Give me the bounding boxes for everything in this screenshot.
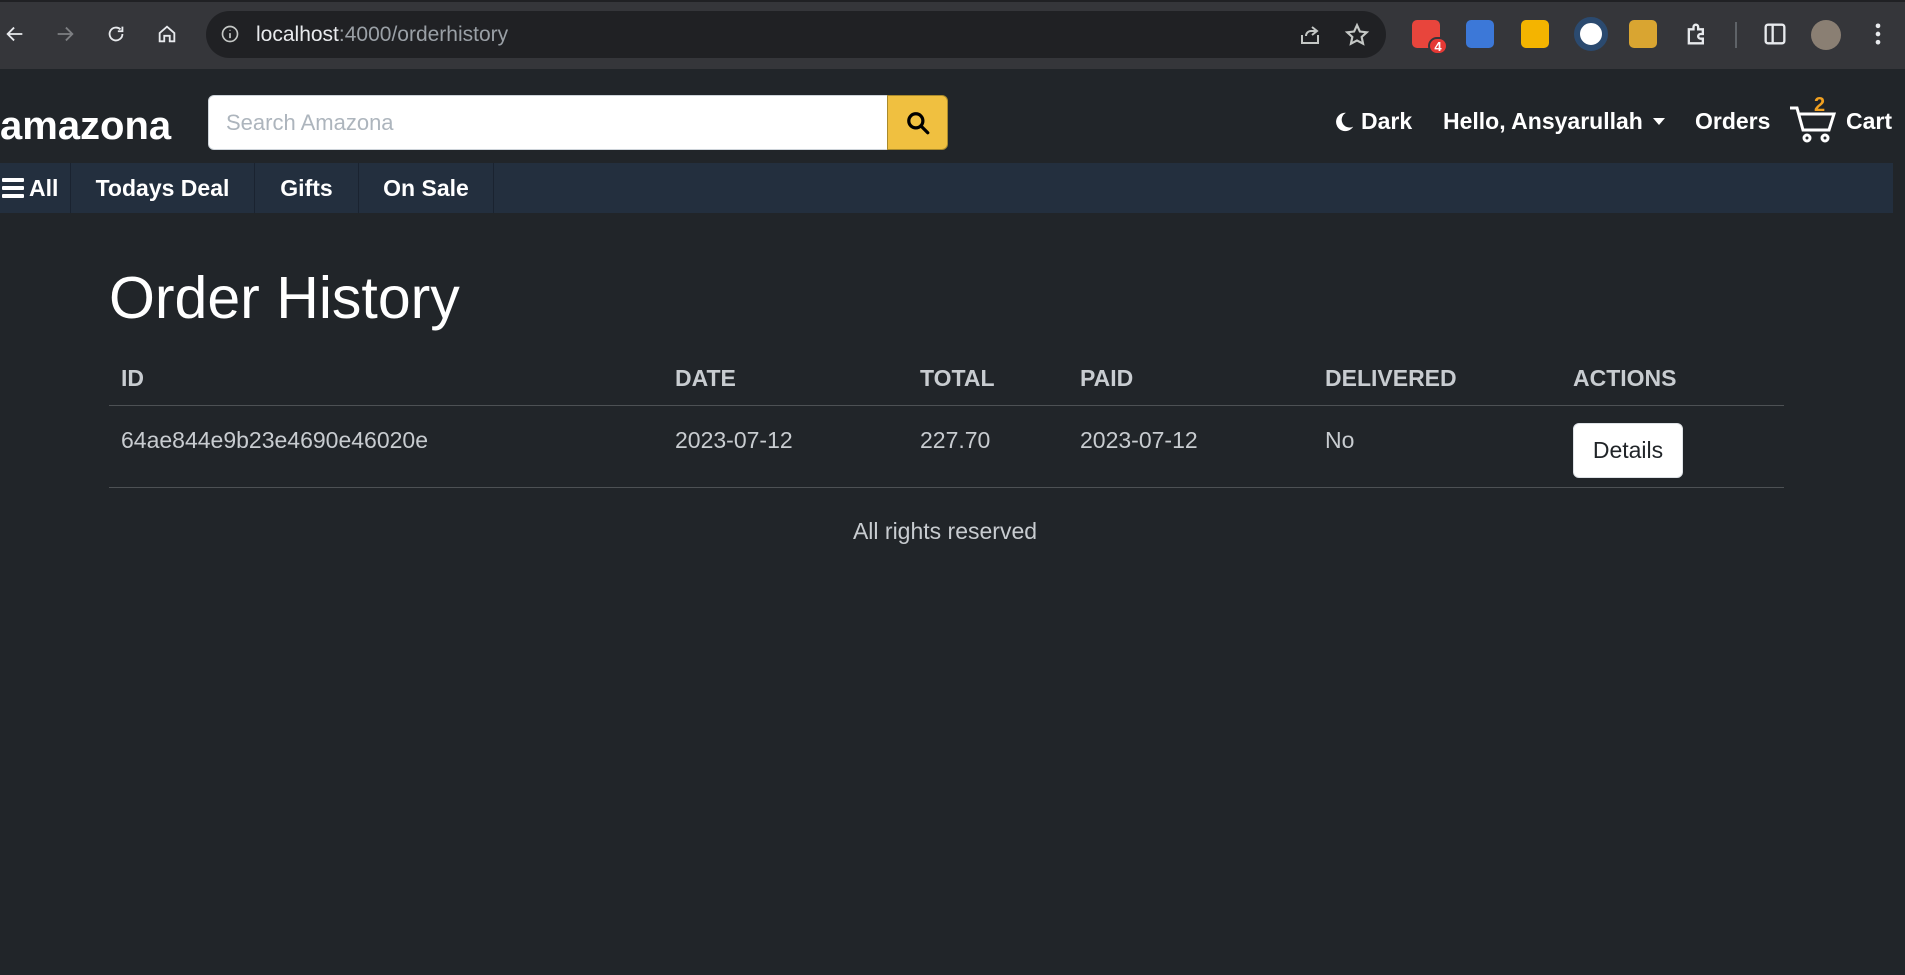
browser-toolbar: localhost:4000/orderhistory 4 bbox=[0, 0, 1905, 69]
url-host: localhost bbox=[256, 23, 339, 46]
extensions-puzzle-icon[interactable] bbox=[1683, 20, 1711, 48]
page-title: Order History bbox=[109, 265, 460, 331]
column-header-actions: ACTIONS bbox=[1561, 352, 1784, 406]
bookmark-star-icon[interactable] bbox=[1344, 22, 1370, 48]
category-nav: All Todays Deal Gifts On Sale bbox=[0, 163, 1893, 213]
column-header-total: TOTAL bbox=[908, 352, 1068, 406]
nav-item-on-sale[interactable]: On Sale bbox=[359, 163, 494, 213]
cart-link[interactable]: 2 Cart bbox=[1788, 94, 1904, 146]
share-icon[interactable] bbox=[1298, 23, 1322, 47]
all-categories-button[interactable]: All bbox=[0, 163, 71, 213]
browser-menu-icon[interactable] bbox=[1864, 20, 1892, 48]
footer-text: All rights reserved bbox=[852, 518, 1038, 544]
incognito-extension-icon[interactable] bbox=[1574, 17, 1608, 51]
address-bar[interactable]: localhost:4000/orderhistory bbox=[206, 11, 1386, 58]
face-extension-icon[interactable] bbox=[1629, 20, 1657, 48]
user-menu-dropdown[interactable]: Hello, Ansyarullah bbox=[1443, 108, 1665, 135]
table-row: 64ae844e9b23e4690e46020e 2023-07-12 227.… bbox=[109, 405, 1784, 488]
column-header-paid: PAID bbox=[1068, 352, 1313, 406]
all-label: All bbox=[29, 174, 59, 201]
cart-count-badge: 2 bbox=[1814, 94, 1826, 116]
column-header-delivered: DELIVERED bbox=[1313, 352, 1561, 406]
order-total-cell: 227.70 bbox=[908, 405, 1068, 488]
details-button[interactable]: Details bbox=[1573, 422, 1683, 478]
keep-extension-icon[interactable] bbox=[1521, 20, 1549, 48]
tab-strip-edge bbox=[0, 0, 1905, 2]
toolbar-divider bbox=[1735, 22, 1737, 48]
cart-icon bbox=[1790, 106, 1837, 143]
chevron-down-icon bbox=[1652, 118, 1665, 125]
order-history-table: ID DATE TOTAL PAID DELIVERED ACTIONS 64a… bbox=[109, 352, 1784, 488]
moon-icon bbox=[1336, 112, 1354, 131]
search-button[interactable] bbox=[887, 95, 948, 150]
nav-item-gifts[interactable]: Gifts bbox=[255, 163, 359, 213]
orders-link[interactable]: Orders bbox=[1695, 108, 1770, 135]
user-label: Hello, Ansyarullah bbox=[1443, 108, 1643, 134]
column-header-id: ID bbox=[109, 352, 663, 406]
order-paid-cell: 2023-07-12 bbox=[1068, 405, 1313, 488]
translate-extension-icon[interactable] bbox=[1466, 20, 1494, 48]
url-path: :4000/orderhistory bbox=[338, 23, 509, 46]
table-header-row: ID DATE TOTAL PAID DELIVERED ACTIONS bbox=[109, 352, 1784, 406]
theme-toggle[interactable]: Dark bbox=[1333, 108, 1412, 135]
search-input[interactable] bbox=[208, 95, 888, 150]
search-icon bbox=[906, 111, 929, 134]
order-id-cell: 64ae844e9b23e4690e46020e bbox=[109, 405, 663, 488]
profile-avatar[interactable] bbox=[1811, 20, 1841, 50]
nav-item-todays-deal[interactable]: Todays Deal bbox=[71, 163, 255, 213]
forward-icon[interactable] bbox=[50, 19, 80, 49]
home-icon[interactable] bbox=[152, 19, 182, 49]
side-panel-icon[interactable] bbox=[1761, 20, 1789, 48]
order-date-cell: 2023-07-12 bbox=[663, 405, 908, 488]
hamburger-icon bbox=[2, 178, 24, 198]
site-info-icon[interactable] bbox=[220, 24, 240, 44]
order-delivered-cell: No bbox=[1313, 405, 1561, 488]
extension-badge: 4 bbox=[1428, 37, 1448, 55]
url-text: localhost:4000/orderhistory bbox=[256, 23, 508, 47]
back-icon[interactable] bbox=[0, 19, 30, 49]
order-actions-cell: Details bbox=[1561, 405, 1784, 488]
reload-icon[interactable] bbox=[101, 19, 131, 49]
brand-logo[interactable]: amazona bbox=[0, 104, 171, 149]
column-header-date: DATE bbox=[663, 352, 908, 406]
theme-label: Dark bbox=[1361, 108, 1413, 134]
cart-label: Cart bbox=[1846, 108, 1893, 134]
